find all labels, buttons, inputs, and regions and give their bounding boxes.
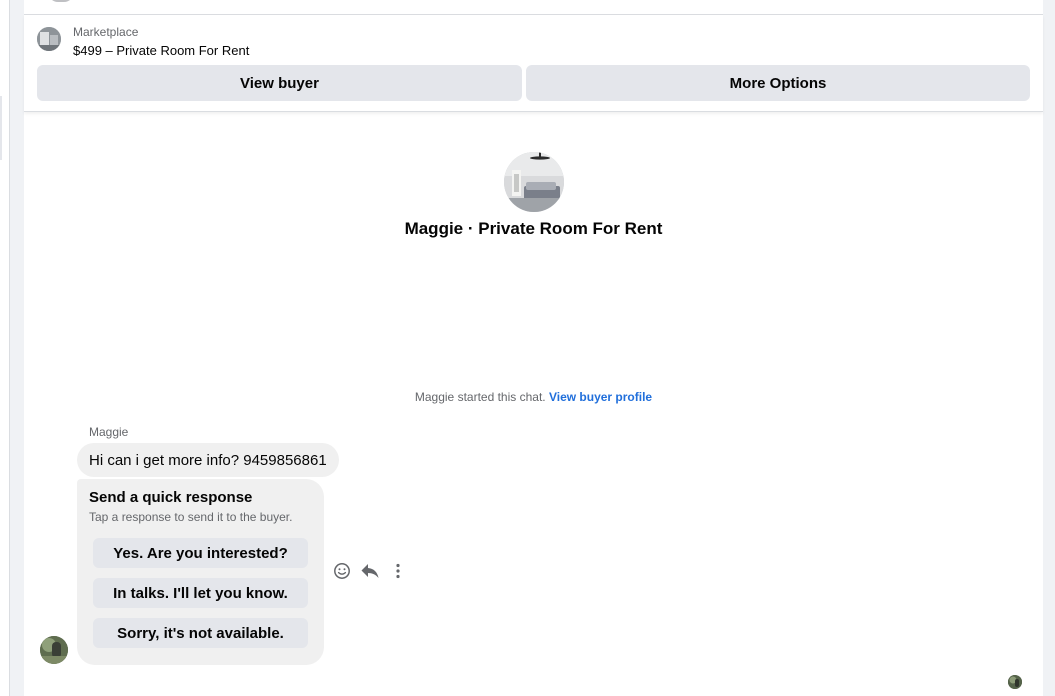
quick-response-card: Send a quick response Tap a response to … xyxy=(77,479,324,665)
message-actions xyxy=(332,560,408,582)
reply-icon[interactable] xyxy=(360,560,380,582)
conversation-title: Maggie · Private Room For Rent xyxy=(404,219,663,238)
quick-response-title: Send a quick response xyxy=(89,489,253,506)
chat-started-text: Maggie started this chat. xyxy=(414,390,546,404)
view-buyer-button[interactable]: View buyer xyxy=(37,65,522,101)
message-sender-name: Maggie xyxy=(89,425,129,439)
sender-avatar[interactable] xyxy=(40,636,68,664)
more-options-button[interactable]: More Options xyxy=(526,65,1030,101)
previous-item-edge xyxy=(24,0,1043,15)
listing-thumbnail[interactable] xyxy=(37,27,61,51)
quick-response-option[interactable]: Yes. Are you interested? xyxy=(93,538,308,568)
previous-avatar-peek xyxy=(48,0,74,2)
chat-panel: Marketplace $499 – Private Room For Rent… xyxy=(24,0,1043,696)
quick-response-subtitle: Tap a response to send it to the buyer. xyxy=(89,510,293,524)
more-vertical-icon[interactable] xyxy=(388,560,408,582)
view-buyer-profile-link[interactable]: View buyer profile xyxy=(549,390,652,404)
quick-response-option[interactable]: Sorry, it's not available. xyxy=(93,618,308,648)
listing-avatar xyxy=(504,152,564,212)
left-sidebar-strip xyxy=(0,0,10,696)
sidebar-scroll-edge xyxy=(0,96,2,160)
listing-title[interactable]: $499 – Private Room For Rent xyxy=(73,43,249,58)
marketplace-label: Marketplace xyxy=(73,25,139,39)
listing-header: Marketplace $499 – Private Room For Rent… xyxy=(24,15,1043,112)
chat-started-notice: Maggie started this chat. View buyer pro… xyxy=(24,390,1043,404)
seen-indicator-avatar xyxy=(1008,675,1022,689)
quick-response-option[interactable]: In talks. I'll let you know. xyxy=(93,578,308,608)
emoji-react-icon[interactable] xyxy=(332,560,352,582)
message-bubble[interactable]: Hi can i get more info? 9459856861 xyxy=(77,443,339,477)
